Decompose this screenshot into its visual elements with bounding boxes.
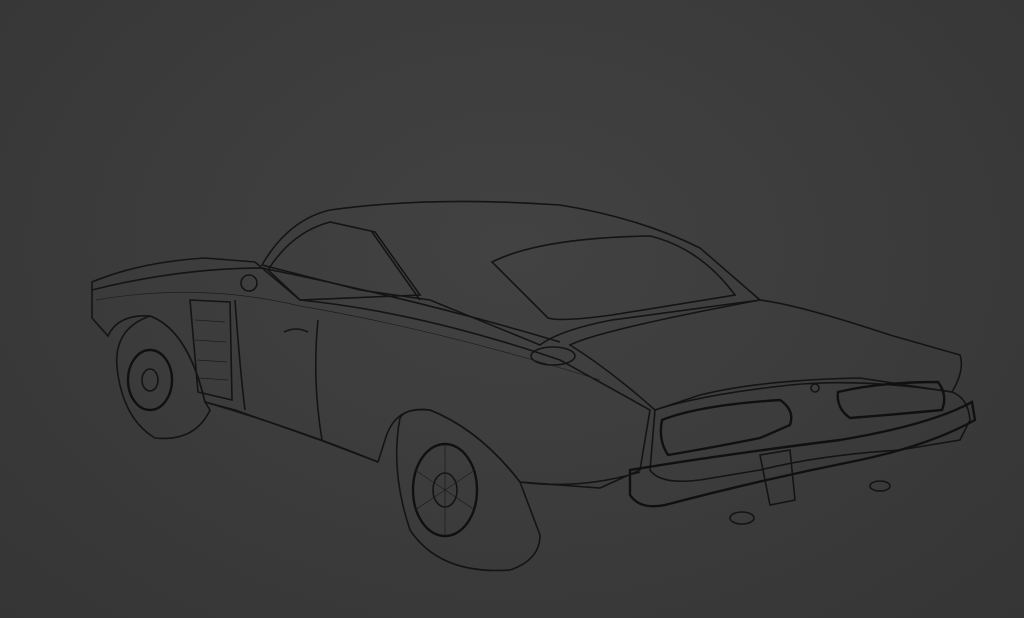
wireframe-car-model[interactable] [0, 0, 1024, 618]
car-rear-bumper [628, 400, 977, 525]
exhaust-pipe-left [729, 511, 755, 525]
door-handle [283, 328, 309, 333]
body-crease-lines [91, 267, 641, 486]
tail-light-left [659, 398, 793, 457]
car-rear-panel [649, 380, 971, 483]
side-mirror [240, 274, 258, 292]
rear-emblem [810, 383, 820, 393]
tail-light-right [836, 380, 946, 420]
fuel-cap [530, 346, 576, 366]
rear-wheel [395, 408, 541, 572]
front-wheel-rim [126, 348, 174, 412]
car-roof [260, 200, 762, 346]
3d-viewport[interactable] [0, 0, 1024, 618]
exhaust-pipe-right [869, 480, 891, 492]
